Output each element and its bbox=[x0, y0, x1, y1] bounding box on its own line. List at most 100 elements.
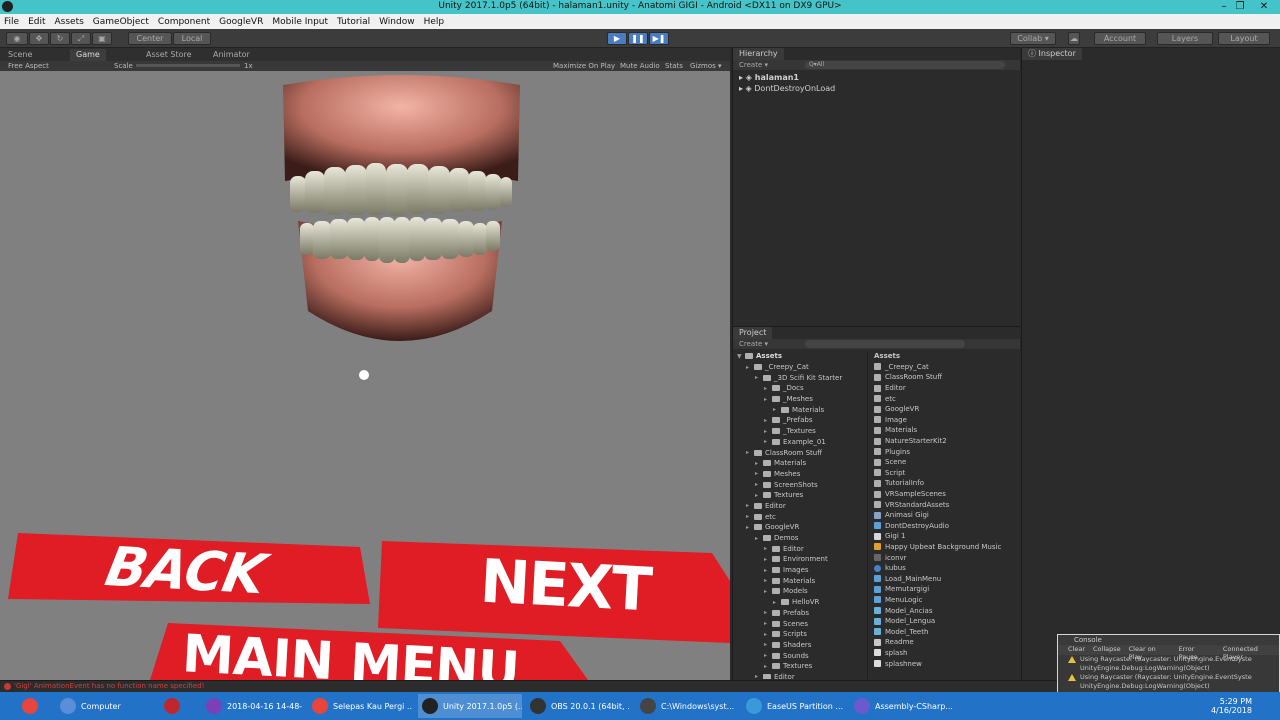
console-log-entry[interactable]: Using Raycaster (Raycaster: UnityEngine.… bbox=[1058, 673, 1279, 682]
maximize-button[interactable]: ❐ bbox=[1232, 0, 1248, 14]
taskbar-item[interactable]: Computer bbox=[56, 694, 156, 718]
rect-tool-button[interactable]: ▣ bbox=[92, 32, 112, 45]
scale-slider[interactable] bbox=[136, 64, 240, 67]
expand-arrow-icon[interactable]: ▸ bbox=[773, 406, 781, 413]
gizmos-dropdown[interactable]: Gizmos ▾ bbox=[690, 62, 722, 70]
hand-tool-button[interactable]: ◉ bbox=[6, 32, 28, 45]
menu-tutorial[interactable]: Tutorial bbox=[337, 17, 370, 27]
tree-item[interactable]: ▸ ClassRoom Stuff bbox=[733, 447, 859, 458]
tab-animator[interactable]: Animator bbox=[207, 49, 256, 61]
menu-gameobject[interactable]: GameObject bbox=[93, 17, 149, 27]
taskbar-item[interactable]: 2018-04-16 14-48-... bbox=[202, 694, 302, 718]
console-clear-button[interactable]: Clear bbox=[1068, 645, 1085, 655]
tree-item[interactable]: ▸ Materials bbox=[733, 404, 859, 415]
hierarchy-tab[interactable]: Hierarchy bbox=[733, 48, 784, 60]
asset-item[interactable]: Model_Teeth bbox=[868, 626, 1011, 637]
tree-item[interactable]: ▸ _Creepy_Cat bbox=[733, 362, 859, 373]
expand-arrow-icon[interactable]: ▸ bbox=[764, 556, 772, 563]
asset-item[interactable]: splashnew bbox=[868, 658, 1011, 669]
menu-edit[interactable]: Edit bbox=[28, 17, 45, 27]
console-error-pause-button[interactable]: Error Pause bbox=[1179, 645, 1215, 661]
tree-item[interactable]: ▸ Demos bbox=[733, 533, 859, 544]
expand-arrow-icon[interactable]: ▸ bbox=[773, 599, 781, 606]
taskbar-item[interactable] bbox=[160, 694, 196, 718]
asset-item[interactable]: Editor bbox=[868, 383, 1011, 394]
hierarchy-row-dontdestroyonload[interactable]: ▸ ◈ DontDestroyOnLoad bbox=[739, 84, 835, 93]
project-create-dropdown[interactable]: Create ▾ bbox=[739, 340, 768, 348]
asset-item[interactable]: VRSampleScenes bbox=[868, 489, 1011, 500]
rotate-tool-button[interactable]: ↻ bbox=[50, 32, 70, 45]
tree-item[interactable]: ▸ Materials bbox=[733, 458, 859, 469]
tree-item[interactable]: ▸ Models bbox=[733, 586, 859, 597]
stats-toggle[interactable]: Stats bbox=[665, 62, 683, 70]
taskbar-item[interactable]: EaseUS Partition ... bbox=[742, 694, 846, 718]
expand-arrow-icon[interactable]: ▸ bbox=[764, 631, 772, 638]
asset-item[interactable]: Image bbox=[868, 415, 1011, 426]
console-collapse-button[interactable]: Collapse bbox=[1093, 645, 1121, 655]
pivot-local-button[interactable]: Local bbox=[173, 32, 211, 45]
tree-item[interactable]: ▸ GoogleVR bbox=[733, 522, 859, 533]
tree-item[interactable]: ▸ Example_01 bbox=[733, 437, 859, 448]
expand-arrow-icon[interactable]: ▸ bbox=[764, 417, 772, 424]
tree-item[interactable]: ▸ Scenes bbox=[733, 618, 859, 629]
menu-googlevr[interactable]: GoogleVR bbox=[219, 17, 263, 27]
expand-arrow-icon[interactable]: ▸ bbox=[746, 364, 754, 371]
expand-arrow-icon[interactable]: ▸ bbox=[764, 609, 772, 616]
tree-item[interactable]: ▸ _3D Scifi Kit Starter bbox=[733, 372, 859, 383]
tree-item[interactable]: ▸ Editor bbox=[733, 672, 859, 679]
expand-arrow-icon[interactable]: ▸ bbox=[755, 535, 763, 542]
close-button[interactable]: ✕ bbox=[1256, 0, 1272, 14]
asset-item[interactable]: Model_Ancias bbox=[868, 605, 1011, 616]
asset-item[interactable]: NatureStarterKit2 bbox=[868, 436, 1011, 447]
expand-arrow-icon[interactable]: ▸ bbox=[746, 502, 754, 509]
taskbar-item[interactable]: Selepas Kau Pergi ... bbox=[308, 694, 412, 718]
step-button[interactable]: ▶❚ bbox=[649, 32, 669, 45]
hierarchy-create-dropdown[interactable]: Create ▾ bbox=[739, 61, 768, 69]
collab-button[interactable]: Collab ▾ bbox=[1010, 32, 1056, 45]
tree-item[interactable]: ▸ Materials bbox=[733, 575, 859, 586]
game-viewport[interactable]: BACK NEXT MAIN MENU bbox=[0, 71, 730, 680]
asset-item[interactable]: Gigi 1 bbox=[868, 531, 1011, 542]
asset-item[interactable]: MenuLogic bbox=[868, 595, 1011, 606]
asset-item[interactable]: Load_MainMenu bbox=[868, 573, 1011, 584]
menu-component[interactable]: Component bbox=[158, 17, 210, 27]
expand-arrow-icon[interactable]: ▸ bbox=[746, 513, 754, 520]
cloud-icon[interactable]: ☁ bbox=[1068, 32, 1080, 45]
tree-item[interactable]: ▸ Prefabs bbox=[733, 608, 859, 619]
expand-arrow-icon[interactable]: ▸ bbox=[755, 492, 763, 499]
expand-arrow-icon[interactable]: ▸ bbox=[764, 438, 772, 445]
asset-item[interactable]: Plugins bbox=[868, 446, 1011, 457]
asset-item[interactable]: splash bbox=[868, 648, 1011, 659]
tree-item[interactable]: ▸ Shaders bbox=[733, 640, 859, 651]
tree-item[interactable]: ▸ _Meshes bbox=[733, 394, 859, 405]
expand-arrow-icon[interactable]: ▸ bbox=[764, 652, 772, 659]
expand-arrow-icon[interactable]: ▸ bbox=[764, 428, 772, 435]
asset-item[interactable]: Scene bbox=[868, 457, 1011, 468]
aspect-dropdown[interactable]: Free Aspect bbox=[8, 62, 49, 70]
tree-item[interactable]: ▸ Environment bbox=[733, 554, 859, 565]
tree-item[interactable]: ▸ Scripts bbox=[733, 629, 859, 640]
mute-audio-toggle[interactable]: Mute Audio bbox=[620, 62, 660, 70]
expand-arrow-icon[interactable]: ▸ bbox=[746, 449, 754, 456]
move-tool-button[interactable]: ✥ bbox=[29, 32, 49, 45]
tree-item[interactable]: ▸ Sounds bbox=[733, 650, 859, 661]
asset-item[interactable]: _Creepy_Cat bbox=[868, 362, 1011, 373]
tree-item[interactable]: ▸ Images bbox=[733, 565, 859, 576]
taskbar-item[interactable]: OBS 20.0.1 (64bit, ... bbox=[526, 694, 630, 718]
hierarchy-row-halaman1[interactable]: ▸ ◈ halaman1 bbox=[739, 73, 799, 82]
menu-file[interactable]: File bbox=[4, 17, 19, 27]
pause-button[interactable]: ❚❚ bbox=[628, 32, 648, 45]
expand-arrow-icon[interactable]: ▸ bbox=[755, 374, 763, 381]
tree-item[interactable]: ▸ _Prefabs bbox=[733, 415, 859, 426]
asset-item[interactable]: kubus bbox=[868, 563, 1011, 574]
tree-item[interactable]: ▸ ScreenShots bbox=[733, 479, 859, 490]
tree-item[interactable]: ▸ HelloVR bbox=[733, 597, 859, 608]
expand-arrow-icon[interactable]: ▸ bbox=[764, 545, 772, 552]
asset-item[interactable]: VRStandardAssets bbox=[868, 499, 1011, 510]
layers-dropdown[interactable]: Layers bbox=[1157, 32, 1213, 45]
console-connected-player-button[interactable]: Connected Player bbox=[1223, 645, 1279, 661]
expand-arrow-icon[interactable]: ▸ bbox=[764, 620, 772, 627]
expand-arrow-icon[interactable]: ▸ bbox=[755, 481, 763, 488]
expand-arrow-icon[interactable]: ▸ bbox=[755, 673, 763, 679]
expand-arrow-icon[interactable]: ▸ bbox=[746, 524, 754, 531]
